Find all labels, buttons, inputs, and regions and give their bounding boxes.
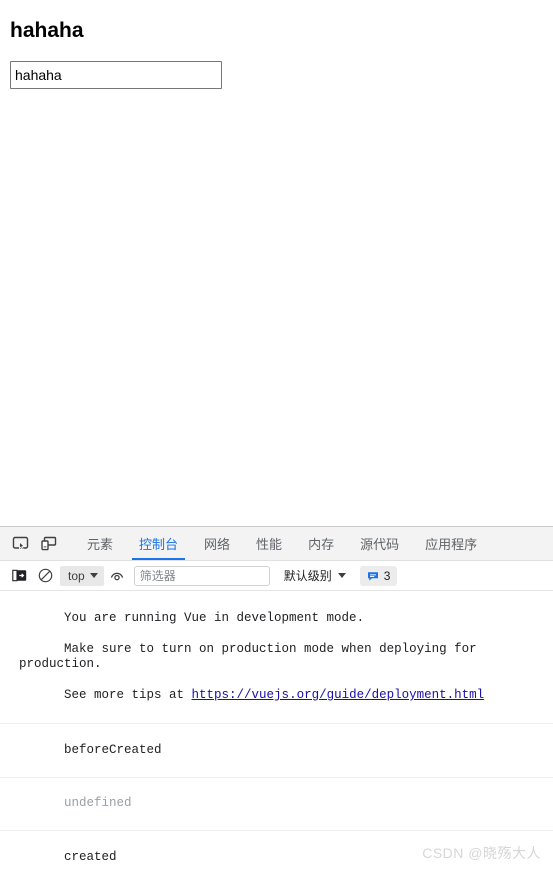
tab-label: 网络 [204, 537, 231, 552]
device-toolbar-icon[interactable] [34, 527, 62, 560]
tab-console[interactable]: 控制台 [126, 527, 191, 560]
console-filter-input[interactable] [133, 565, 270, 586]
hahaha-text-input[interactable] [10, 61, 222, 89]
speech-bubble-icon [367, 571, 378, 581]
live-expression-icon[interactable] [104, 563, 130, 589]
message-count-value: 3 [383, 568, 391, 583]
message-count-badge[interactable]: 3 [359, 565, 398, 586]
page-heading: hahaha [10, 19, 84, 42]
tab-application[interactable]: 应用程序 [412, 527, 490, 560]
tab-network[interactable]: 网络 [191, 527, 243, 560]
tab-label: 内存 [308, 537, 335, 552]
log-level-label: 默认级别 [283, 569, 332, 583]
chevron-down-icon [337, 573, 346, 578]
execution-context-select[interactable]: top [60, 565, 104, 586]
tab-label: 元素 [87, 537, 114, 552]
devtools-tabbar: 元素 控制台 网络 性能 内存 源代码 应用程序 [0, 527, 553, 561]
csdn-watermark: CSDN @晓殇大人 [422, 845, 541, 861]
console-message-beforeCreated[interactable]: beforeCreated [0, 724, 553, 778]
tab-performance[interactable]: 性能 [243, 527, 295, 560]
tab-elements[interactable]: 元素 [74, 527, 126, 560]
tab-label: 源代码 [360, 537, 400, 552]
devtools-tab-list: 元素 控制台 网络 性能 内存 源代码 应用程序 [74, 527, 553, 560]
console-message-list[interactable]: You are running Vue in development mode.… [0, 591, 553, 877]
inspect-element-icon[interactable] [6, 527, 34, 560]
clear-console-icon[interactable] [32, 563, 58, 589]
log-level-select[interactable]: 默认级别 [284, 567, 346, 584]
vue-deployment-link[interactable]: https://vuejs.org/guide/deployment.html [192, 688, 485, 702]
console-message-vue-devmode[interactable]: You are running Vue in development mode.… [0, 591, 553, 724]
tab-sources[interactable]: 源代码 [347, 527, 412, 560]
console-message-text: created [64, 849, 117, 864]
console-message-undefined[interactable]: undefined [0, 778, 553, 831]
web-page-content: hahaha [0, 0, 553, 526]
console-message-text: beforeCreated [64, 742, 162, 757]
vue-devmode-line-2: Make sure to turn on production mode whe… [19, 641, 485, 672]
vue-devmode-line-3-prefix: See more tips at [64, 688, 192, 702]
chevron-down-icon [89, 573, 98, 578]
tab-label: 性能 [256, 537, 283, 552]
console-sidebar-icon[interactable] [6, 563, 32, 589]
tab-memory[interactable]: 内存 [295, 527, 347, 560]
tab-label: 应用程序 [425, 537, 478, 552]
console-toolbar: top 默认级别 3 [0, 561, 553, 591]
tab-label: 控制台 [139, 537, 179, 552]
vue-devmode-line-1: You are running Vue in development mode. [64, 610, 365, 625]
execution-context-value: top [68, 568, 85, 583]
devtools-panel: 元素 控制台 网络 性能 内存 源代码 应用程序 top 筛选器 默认级别 3 … [0, 526, 553, 877]
console-message-text: undefined [64, 796, 132, 810]
